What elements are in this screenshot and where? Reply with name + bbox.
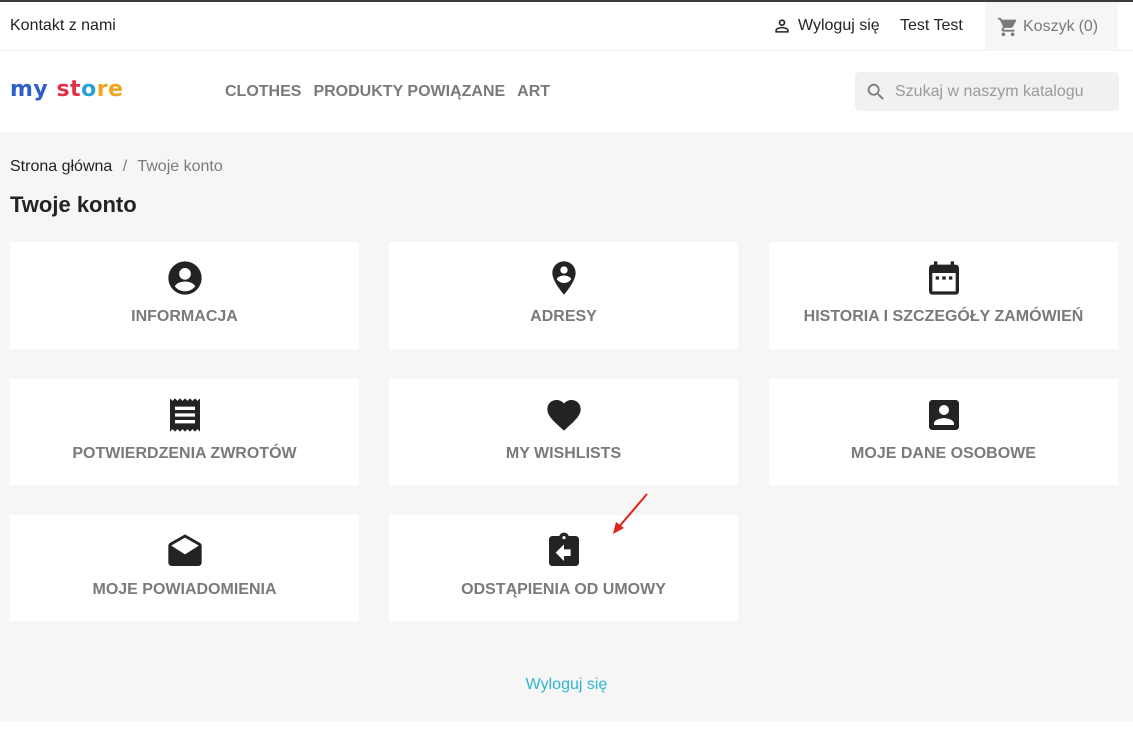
card-label: INFORMACJA [131,308,238,325]
nav-item-produkty-powiazane[interactable]: PRODUKTY POWIĄZANE [313,83,505,101]
logo-part-st: st [56,77,82,102]
breadcrumb-current: Twoje konto [137,158,223,175]
logo-part-o: o [81,77,97,102]
breadcrumb-separator: / [122,158,128,175]
user-name-link[interactable]: Test Test [900,17,963,35]
card-potwierdzenia-zwrotow[interactable]: POTWIERDZENIA ZWROTÓW [10,379,359,485]
card-historia-zamowien[interactable]: HISTORIA I SZCZEGÓŁY ZAMÓWIEŃ [769,242,1118,349]
header: my store CLOTHES PRODUKTY POWIĄZANE ART [0,51,1133,132]
store-logo[interactable]: my store [10,77,123,102]
logout-link-bottom[interactable]: Wyloguj się [0,676,1133,694]
main-nav: CLOTHES PRODUKTY POWIĄZANE ART [225,83,550,101]
card-label: ODSTĄPIENIA OD UMOWY [461,581,666,598]
top-bar: Kontakt z nami Wyloguj się Test Test Kos… [0,2,1133,51]
logout-link-top[interactable]: Wyloguj się [772,16,880,36]
logout-label: Wyloguj się [798,17,880,34]
location-pin-icon [551,261,576,295]
receipt-icon [169,398,200,432]
search-icon[interactable] [865,81,887,103]
page-title: Twoje konto [10,192,137,217]
card-moje-powiadomienia[interactable]: MOJE POWIADOMIENIA [10,515,359,621]
search-input[interactable] [895,82,1105,101]
card-label: MOJE DANE OSOBOWE [851,445,1036,462]
account-circle-icon [167,261,202,295]
breadcrumb-home[interactable]: Strona główna [10,158,112,175]
logo-part-re: re [96,77,124,102]
card-label: MY WISHLISTS [505,445,622,462]
logo-part-my: my [10,77,49,102]
assignment-return-icon [548,532,579,566]
card-label: MOJE POWIADOMIENIA [92,581,277,598]
card-informacja[interactable]: INFORMACJA [10,242,359,349]
nav-item-art[interactable]: ART [517,83,550,101]
cart-button[interactable]: Koszyk (0) [985,2,1118,51]
card-label: HISTORIA I SZCZEGÓŁY ZAMÓWIEŃ [803,308,1084,325]
breadcrumb: Strona główna / Twoje konto [10,158,223,176]
search-box [855,72,1119,111]
cart-label: Koszyk [1023,17,1075,35]
account-page: Strona główna / Twoje konto Twoje konto … [0,132,1133,721]
shopping-cart-icon [997,17,1017,36]
heart-icon [546,400,581,431]
card-my-wishlists[interactable]: MY WISHLISTS [389,379,738,485]
nav-item-clothes[interactable]: CLOTHES [225,83,301,101]
user-icon [775,19,789,33]
card-label: POTWIERDZENIA ZWROTÓW [72,445,297,462]
card-moje-dane-osobowe[interactable]: MOJE DANE OSOBOWE [769,379,1118,485]
account-box-icon [928,400,959,430]
card-odstapienia-od-umowy[interactable]: ODSTĄPIENIA OD UMOWY [389,515,738,621]
cart-count: (0) [1078,17,1099,35]
annotation-arrow-icon [613,493,648,534]
drafts-icon [167,534,202,566]
calendar-icon [928,261,959,295]
card-label: ADRESY [530,308,597,325]
card-adresy[interactable]: ADRESY [389,242,738,349]
contact-link[interactable]: Kontakt z nami [10,17,116,35]
